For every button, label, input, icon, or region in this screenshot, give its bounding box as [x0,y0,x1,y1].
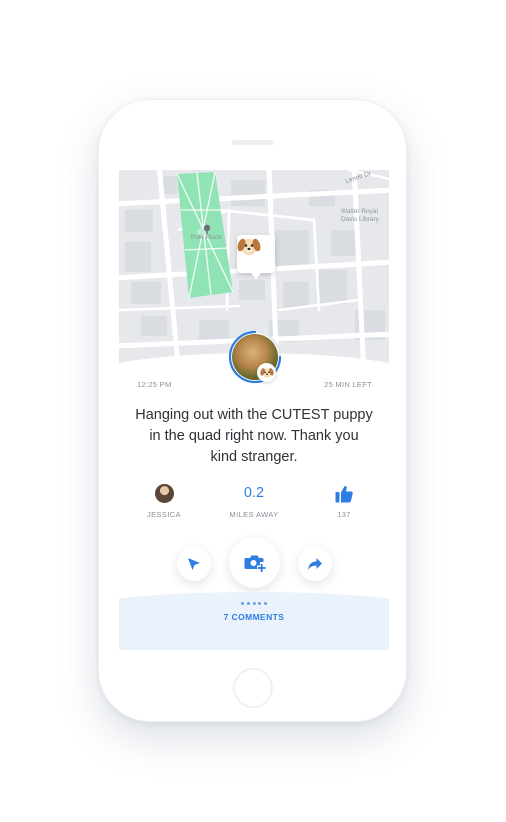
comments-bar[interactable]: 7 COMMENTS [119,592,389,650]
user-stat[interactable] [124,482,204,503]
user-avatar [154,484,174,503]
poster-avatar[interactable] [228,330,282,384]
library-label: Walter Royal Davis Library [341,208,379,223]
distance-label: MILES AWAY [229,510,279,519]
drag-handle-dots[interactable] [241,600,267,606]
dog-face-icon [237,238,261,255]
like-count: 137 [337,510,351,519]
thumbs-up-icon[interactable] [334,484,354,504]
comments-count[interactable]: 7 COMMENTS [119,612,389,622]
add-photo-icon [244,555,266,572]
post-screen: Polk Place Walter Royal Davis Library Le… [119,170,389,650]
distance-value: 0.2 [243,485,265,501]
navigate-button[interactable] [177,547,211,581]
dog-location-pin[interactable] [237,235,275,279]
distance-stat: 0.2 [214,482,294,504]
home-button[interactable] [233,668,273,708]
location-arrow-icon [188,558,200,570]
user-name: JESSICA [146,510,182,519]
post-time: 12:25 PM [137,380,172,389]
share-arrow-icon [308,558,322,570]
post-message: Hanging out with the CUTEST puppy in the… [135,407,373,465]
time-remaining: 25 MIN LEFT [324,380,372,389]
add-photo-button[interactable] [229,537,280,588]
dog-badge-icon [257,363,276,382]
phone-speaker [232,140,274,145]
park-label: Polk Place [191,234,222,241]
like-stat[interactable] [304,482,384,504]
share-button[interactable] [298,547,332,581]
